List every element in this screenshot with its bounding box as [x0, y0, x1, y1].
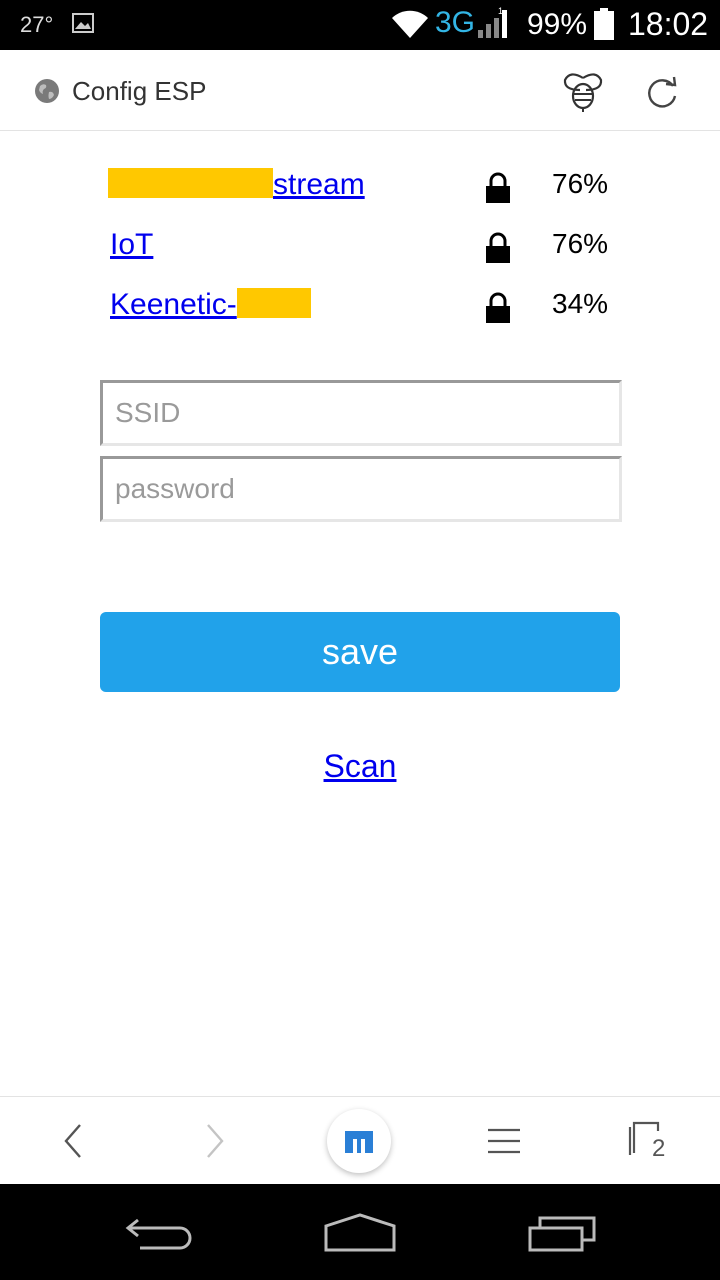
network-link[interactable]: stream [108, 168, 365, 202]
tabs-button[interactable]: 2 [628, 1119, 672, 1165]
nav-recents-icon[interactable] [526, 1214, 598, 1254]
lock-icon [486, 172, 510, 203]
scan-link[interactable]: Scan [0, 748, 720, 785]
signal-strength: 34% [552, 288, 609, 319]
tabs-count: 2 [652, 1135, 666, 1162]
battery-icon [594, 8, 614, 40]
lock-icon [486, 232, 510, 263]
nav-back-icon[interactable] [124, 1216, 196, 1252]
network-link[interactable]: IoT [110, 228, 153, 262]
maxthon-home-button[interactable] [327, 1109, 391, 1173]
bee-icon[interactable] [558, 68, 608, 114]
signal-sub-text: 1 [498, 6, 503, 16]
signal-strength: 76% [552, 168, 609, 199]
password-input[interactable] [100, 456, 622, 522]
battery-percent: 99% [527, 8, 588, 41]
temperature-text: 27° [20, 12, 54, 37]
system-nav-bar [0, 1184, 720, 1280]
network-link[interactable]: Keenetic- [110, 288, 311, 322]
network-name: IoT [110, 228, 154, 261]
reload-icon[interactable] [642, 72, 682, 112]
globe-icon [35, 79, 59, 103]
clock-text: 18:02 [628, 6, 709, 42]
back-icon[interactable] [58, 1121, 88, 1161]
status-bar: 27° 3G 1 99% 18:02 [0, 0, 720, 50]
redacted-block [108, 168, 273, 198]
gallery-notification-icon [72, 13, 94, 33]
wifi-icon [392, 10, 428, 38]
nav-home-icon[interactable] [322, 1212, 398, 1254]
signal-strength: 76% [552, 228, 609, 259]
cell-signal-icon: 1 [478, 6, 507, 38]
page-title: Config ESP [72, 76, 207, 106]
browser-header: Config ESP [0, 50, 720, 131]
browser-toolbar: 2 [0, 1096, 720, 1185]
network-name: stream [273, 168, 365, 201]
network-row[interactable]: stream 76% [0, 162, 720, 212]
lock-icon [486, 292, 510, 323]
save-button[interactable]: save [100, 612, 620, 692]
redacted-block [236, 288, 311, 318]
network-name: Keenetic- [110, 288, 237, 321]
network-row[interactable]: IoT 76% [0, 222, 720, 272]
maxthon-home-icon [345, 1131, 373, 1153]
network-type-text: 3G [435, 6, 476, 39]
ssid-input[interactable] [100, 380, 622, 446]
menu-icon[interactable] [486, 1127, 522, 1155]
forward-icon[interactable] [200, 1121, 230, 1161]
network-row[interactable]: Keenetic- 34% [0, 282, 720, 332]
